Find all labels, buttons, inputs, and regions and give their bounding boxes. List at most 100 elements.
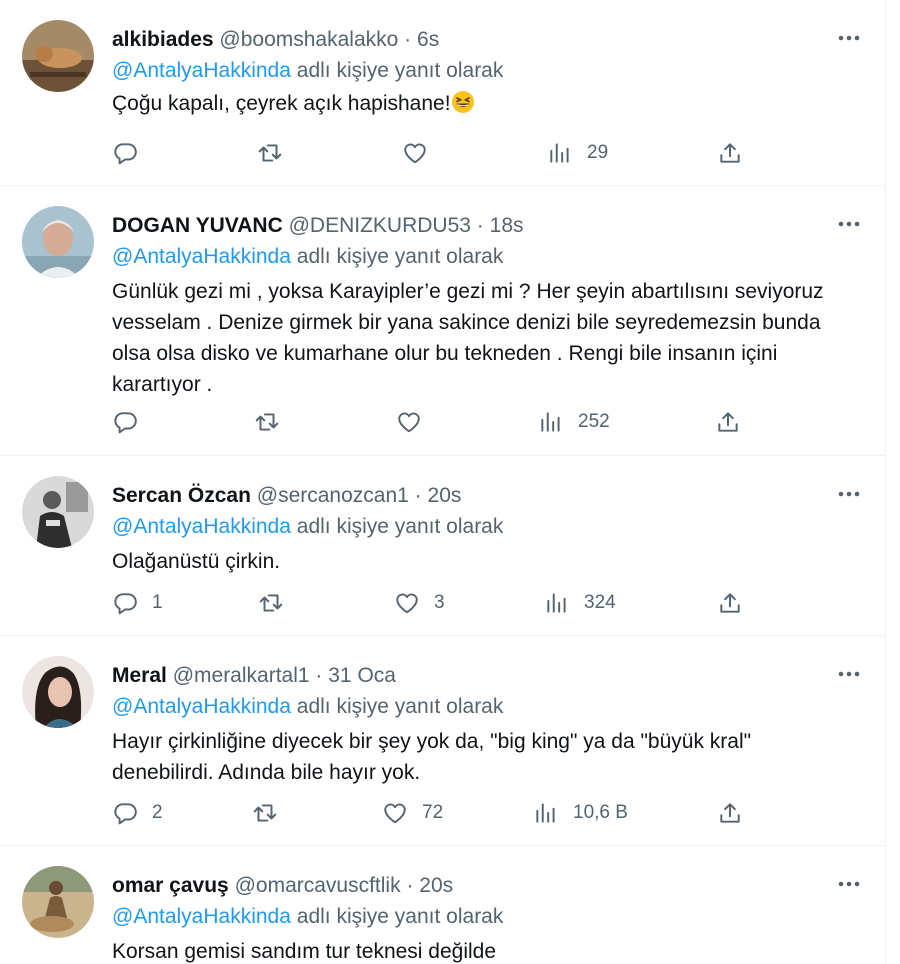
user-handle[interactable]: @omarcavuscftlik [235, 874, 401, 897]
share-icon [717, 590, 743, 616]
avatar[interactable] [22, 206, 94, 278]
like-button[interactable] [402, 135, 442, 171]
like-button[interactable]: 72 [382, 795, 443, 831]
avatar[interactable] [22, 20, 94, 92]
retweet-button[interactable] [257, 135, 297, 171]
reply-context: @AntalyaHakkinda adlı kişiye yanıt olara… [112, 903, 503, 931]
reply-icon [112, 409, 138, 435]
share-button[interactable] [717, 135, 743, 171]
retweet-button[interactable] [258, 585, 298, 621]
reply-button[interactable]: 2 [112, 795, 163, 831]
reply-icon [112, 590, 138, 616]
reply-icon [112, 800, 138, 826]
retweet-button[interactable] [252, 795, 292, 831]
views-button[interactable]: 10,6 B [533, 795, 628, 831]
share-button[interactable] [717, 795, 743, 831]
views-count: 324 [584, 592, 616, 613]
tweet-text-content: Çoğu kapalı, çeyrek açık hapishane! [112, 92, 451, 115]
mention-link[interactable]: @AntalyaHakkinda [112, 905, 291, 928]
views-icon [538, 409, 564, 435]
tweet-actions: 252 [0, 404, 886, 440]
separator-dot: · [315, 664, 323, 687]
reply-label: adlı kişiye yanıt olarak [296, 59, 504, 82]
timestamp[interactable]: 6s [417, 28, 439, 51]
mention-link[interactable]: @AntalyaHakkinda [112, 245, 291, 268]
reply-button[interactable] [112, 404, 152, 440]
views-button[interactable]: 29 [547, 135, 608, 171]
like-count: 3 [434, 592, 445, 613]
avatar[interactable] [22, 656, 94, 728]
avatar[interactable] [22, 476, 94, 548]
more-icon[interactable] [835, 664, 863, 684]
timestamp[interactable]: 18s [490, 214, 524, 237]
timeline: alkibiades @boomshakalakko · 6s @Antalya… [0, 0, 886, 964]
reply-context: @AntalyaHakkinda adlı kişiye yanıt olara… [112, 243, 503, 271]
tweet[interactable]: Sercan Özcan @sercanozcan1 · 20s @Antaly… [0, 456, 886, 636]
views-count: 252 [578, 411, 610, 432]
views-button[interactable]: 324 [544, 585, 616, 621]
share-button[interactable] [717, 585, 743, 621]
reply-button[interactable] [112, 135, 152, 171]
tweet[interactable]: omar çavuş @omarcavuscftlik · 20s @Antal… [0, 846, 886, 964]
tweet-actions: 1 3 324 [0, 585, 886, 621]
timestamp[interactable]: 31 Oca [328, 664, 396, 687]
views-button[interactable]: 252 [538, 404, 610, 440]
reply-icon [112, 140, 138, 166]
display-name[interactable]: DOGAN YUVANC [112, 214, 283, 237]
reply-context: @AntalyaHakkinda adlı kişiye yanıt olara… [112, 513, 503, 541]
user-handle[interactable]: @DENIZKURDU53 [289, 214, 471, 237]
avatar[interactable] [22, 866, 94, 938]
tweet-text: Çoğu kapalı, çeyrek açık hapishane! [112, 88, 852, 119]
display-name[interactable]: alkibiades [112, 28, 214, 51]
reply-label: adlı kişiye yanıt olarak [296, 905, 504, 928]
mention-link[interactable]: @AntalyaHakkinda [112, 695, 291, 718]
mention-link[interactable]: @AntalyaHakkinda [112, 59, 291, 82]
tweet-text: Günlük gezi mi , yoksa Karayipler’e gezi… [112, 280, 824, 396]
share-button[interactable] [715, 404, 741, 440]
reply-label: adlı kişiye yanıt olarak [296, 695, 504, 718]
user-handle[interactable]: @boomshakalakko [219, 28, 398, 51]
display-name[interactable]: omar çavuş [112, 874, 229, 897]
display-name[interactable]: Sercan Özcan [112, 484, 251, 507]
tweet[interactable]: DOGAN YUVANC @DENIZKURDU53 · 18s @Antaly… [0, 186, 886, 456]
retweet-icon [257, 140, 283, 166]
reply-context: @AntalyaHakkinda adlı kişiye yanıt olara… [112, 693, 503, 721]
retweet-button[interactable] [254, 404, 294, 440]
reply-button[interactable]: 1 [112, 585, 163, 621]
like-icon [396, 409, 422, 435]
tweet-header: Sercan Özcan @sercanozcan1 · 20s [112, 482, 461, 510]
like-button[interactable] [396, 404, 436, 440]
views-count: 10,6 B [573, 802, 628, 823]
tweet[interactable]: alkibiades @boomshakalakko · 6s @Antalya… [0, 0, 886, 186]
more-icon[interactable] [835, 28, 863, 48]
more-icon[interactable] [835, 214, 863, 234]
like-button[interactable]: 3 [394, 585, 445, 621]
mention-link[interactable]: @AntalyaHakkinda [112, 515, 291, 538]
separator-dot: · [414, 484, 422, 507]
user-handle[interactable]: @sercanozcan1 [257, 484, 409, 507]
views-icon [547, 140, 573, 166]
tweet-text: Olağanüstü çirkin. [112, 550, 281, 573]
reply-context: @AntalyaHakkinda adlı kişiye yanıt olara… [112, 57, 503, 85]
share-icon [717, 800, 743, 826]
reply-label: adlı kişiye yanıt olarak [296, 245, 504, 268]
like-count: 72 [422, 802, 444, 823]
timestamp[interactable]: 20s [428, 484, 462, 507]
separator-dot: · [404, 28, 412, 51]
timestamp[interactable]: 20s [419, 874, 453, 897]
display-name[interactable]: Meral [112, 664, 167, 687]
tweet[interactable]: Meral @meralkartal1 · 31 Oca @AntalyaHak… [0, 636, 886, 846]
tweet-header: DOGAN YUVANC @DENIZKURDU53 · 18s [112, 212, 524, 240]
retweet-icon [252, 800, 278, 826]
separator-dot: · [476, 214, 484, 237]
retweet-icon [258, 590, 284, 616]
tweet-header: omar çavuş @omarcavuscftlik · 20s [112, 872, 453, 900]
share-icon [715, 409, 741, 435]
tweet-header: alkibiades @boomshakalakko · 6s [112, 26, 439, 54]
tweet-header: Meral @meralkartal1 · 31 Oca [112, 662, 396, 690]
more-icon[interactable] [835, 484, 863, 504]
reply-label: adlı kişiye yanıt olarak [296, 515, 504, 538]
more-icon[interactable] [835, 874, 863, 894]
share-icon [717, 140, 743, 166]
user-handle[interactable]: @meralkartal1 [173, 664, 310, 687]
